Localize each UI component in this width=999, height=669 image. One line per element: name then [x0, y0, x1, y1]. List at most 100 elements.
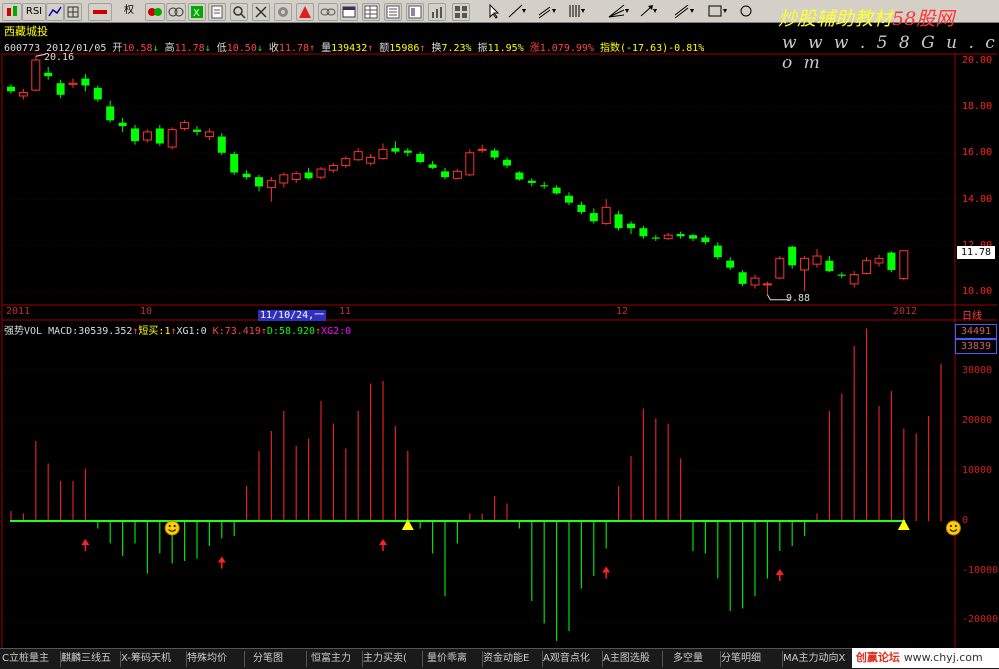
forum-watermark: 创赢论坛 www.chyj.com: [852, 648, 999, 668]
buy-arrow-head: [81, 539, 90, 545]
tab-14[interactable]: MA主力动向X: [782, 651, 853, 667]
candle-body: [689, 235, 697, 239]
candle-body: [849, 274, 859, 285]
price-tick-16: 16.00: [962, 147, 993, 158]
candle-body: [490, 150, 499, 158]
candle-body: [291, 173, 301, 180]
candle-body: [7, 86, 15, 92]
candle-body: [651, 237, 660, 239]
time-label-10: 10: [140, 306, 153, 317]
candle-body: [601, 206, 611, 225]
candle-body: [180, 122, 190, 129]
candle-body: [503, 159, 511, 166]
smiley-eye: [168, 525, 171, 527]
candle-body: [255, 177, 263, 187]
k-value: 73.419: [224, 326, 261, 337]
candle-body: [726, 260, 735, 268]
candle-body: [676, 234, 685, 237]
vol-tick-20000: 20000: [962, 415, 993, 426]
candle-body: [106, 106, 115, 121]
tab-4[interactable]: 特殊均价: [186, 651, 245, 667]
time-label-2012: 2012: [893, 306, 918, 317]
ind-axis-top1: 34491: [955, 324, 997, 339]
min-price-note: 9.88: [786, 293, 811, 304]
tab-5[interactable]: 分笔图: [244, 651, 306, 667]
tab-2[interactable]: 麒麟三线五: [60, 651, 121, 667]
candle-body: [441, 171, 449, 178]
candle-body: [788, 246, 797, 266]
candle-body: [515, 172, 524, 180]
vol-tick-neg10000: -10000: [962, 565, 999, 576]
time-label-2011: 2011: [6, 306, 31, 317]
price-tick-18: 18.00: [962, 101, 993, 112]
candle-body: [750, 277, 760, 286]
candle-body: [465, 152, 475, 176]
tab-9[interactable]: 资金动能E: [482, 651, 543, 667]
candle-body: [713, 245, 722, 258]
candle-body: [193, 129, 201, 132]
candle-body: [378, 148, 388, 160]
tab-3[interactable]: X-筹码天机: [120, 651, 187, 667]
candle-body: [366, 156, 376, 164]
d-value: 58.920: [278, 326, 316, 337]
vol-tick-10000: 10000: [962, 465, 993, 476]
candle-body: [353, 151, 363, 161]
buy-arrow-head: [379, 539, 387, 545]
period-label[interactable]: 日线: [962, 307, 982, 322]
candle-body: [874, 257, 884, 264]
candle-body: [589, 213, 598, 222]
time-label-cursor: 11/10/24,一: [258, 310, 327, 321]
candle-body: [762, 283, 772, 286]
xg1-value: 0: [200, 326, 207, 337]
tab-8[interactable]: 量价乖离: [422, 651, 482, 667]
candle-body: [639, 228, 648, 237]
tab-12[interactable]: 多空量: [662, 651, 720, 667]
time-label-11: 11: [339, 306, 352, 317]
ind-axis-top2: 33839: [955, 339, 997, 354]
candle-body: [825, 260, 834, 272]
candle-body: [155, 128, 164, 144]
smiley-eye: [173, 525, 176, 527]
candle-body: [812, 255, 822, 265]
candle-body: [577, 205, 586, 212]
candle-body: [341, 158, 351, 167]
tab-7[interactable]: 主力买卖(: [362, 651, 423, 667]
current-price-tag: 11.78: [957, 246, 995, 259]
candle-body: [887, 252, 896, 270]
candle-body: [131, 128, 139, 142]
candle-body: [242, 173, 251, 178]
candle-body: [527, 180, 536, 183]
candle-body: [540, 185, 549, 187]
buy-arrow-head: [217, 556, 226, 563]
candle-body: [862, 260, 872, 274]
smiley-icon: [164, 520, 180, 536]
candle-body: [565, 195, 573, 203]
max-price-note: 20.16: [44, 52, 75, 63]
candle-body: [217, 136, 226, 153]
candle-body: [800, 257, 810, 271]
tab-10[interactable]: A观音点化: [542, 651, 603, 667]
candle-body: [452, 170, 462, 179]
tab-13[interactable]: 分笔明细: [720, 651, 783, 667]
candle-body: [56, 83, 65, 95]
buy-arrow-head: [602, 566, 611, 573]
candle-body: [403, 150, 412, 153]
candle-body: [93, 87, 102, 100]
tab-11[interactable]: A主图选股: [602, 651, 663, 667]
indicator-name[interactable]: 强势VOL: [4, 326, 42, 337]
candle-body: [775, 257, 785, 279]
candle-body: [328, 165, 338, 171]
smiley-eye: [954, 525, 957, 527]
candle-body: [167, 129, 177, 148]
candle-body: [142, 131, 152, 141]
candle-body: [204, 131, 214, 138]
candle-body: [663, 234, 673, 240]
vol-tick-30000: 30000: [962, 365, 993, 376]
smiley-eye: [949, 525, 952, 527]
candle-body: [614, 214, 623, 229]
buy-arrow-head: [775, 569, 784, 575]
vol-tick-0: 0: [962, 515, 969, 526]
tab-1[interactable]: C立桩量主: [2, 651, 60, 667]
tab-6[interactable]: 恒富主力: [306, 651, 362, 667]
candle-body: [416, 153, 425, 163]
